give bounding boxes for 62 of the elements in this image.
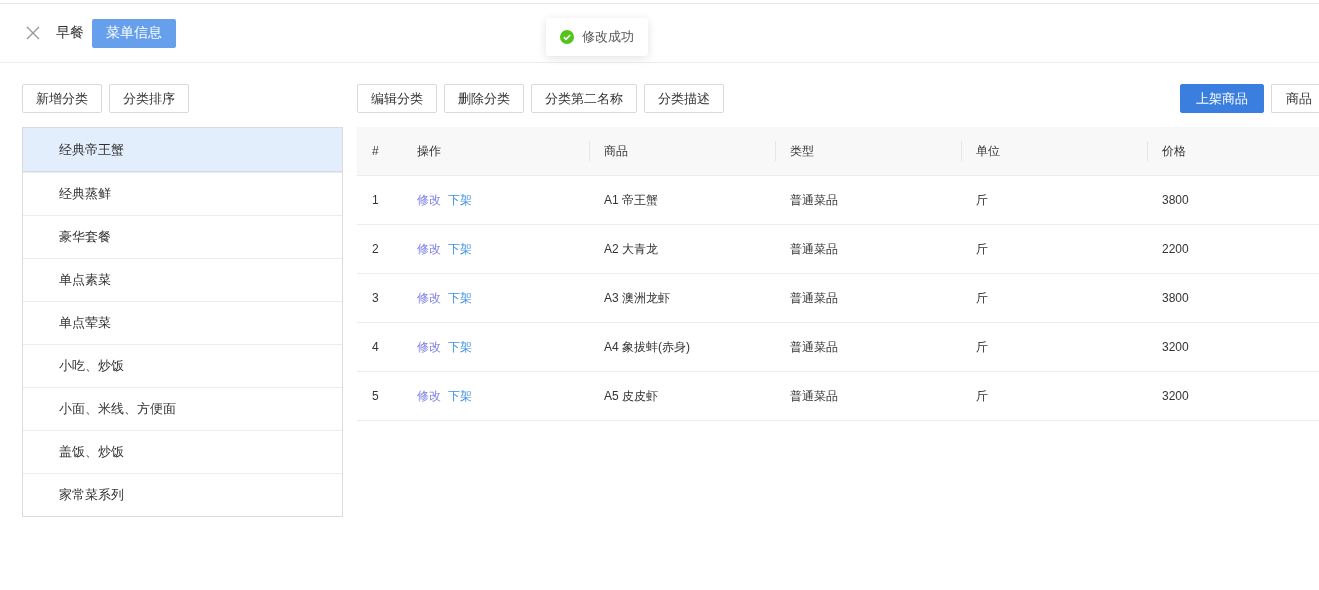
table-cell: 斤 <box>976 240 988 258</box>
action-link[interactable]: 下架 <box>448 191 472 209</box>
action-link[interactable]: 下架 <box>448 338 472 356</box>
category-item[interactable]: 小吃、炒饭 <box>23 344 342 387</box>
action-link[interactable]: 修改 <box>417 338 441 356</box>
toolbar-button[interactable]: 删除分类 <box>444 84 524 113</box>
toolbar-button[interactable]: 分类第二名称 <box>531 84 637 113</box>
table-cell: 普通菜品 <box>790 289 838 307</box>
action-link[interactable]: 下架 <box>448 289 472 307</box>
toolbar-button[interactable]: 上架商品 <box>1180 84 1264 113</box>
column-header: 操作 <box>417 142 441 160</box>
column-header: 单位 <box>976 142 1000 160</box>
table-cell: 斤 <box>976 387 988 405</box>
category-item[interactable]: 经典蒸鲜 <box>23 172 342 215</box>
category-item[interactable]: 盖饭、炒饭 <box>23 430 342 473</box>
column-header: # <box>372 144 379 158</box>
table-cell: A2 大青龙 <box>604 240 658 258</box>
page-title: 早餐 <box>56 24 84 42</box>
column-header: 价格 <box>1162 142 1186 160</box>
toolbar-button[interactable]: 编辑分类 <box>357 84 437 113</box>
toolbar-button[interactable]: 分类描述 <box>644 84 724 113</box>
table-cell: 普通菜品 <box>790 387 838 405</box>
table-cell: 斤 <box>976 289 988 307</box>
table-cell: 普通菜品 <box>790 240 838 258</box>
close-icon[interactable] <box>26 26 40 40</box>
table-cell: 斤 <box>976 191 988 209</box>
action-link[interactable]: 修改 <box>417 387 441 405</box>
row-number: 2 <box>372 242 379 256</box>
column-header: 类型 <box>790 142 814 160</box>
table-cell: A5 皮皮虾 <box>604 387 658 405</box>
toolbar-button[interactable]: 商品 <box>1271 84 1319 113</box>
table-cell: 3200 <box>1162 389 1189 403</box>
action-link[interactable]: 下架 <box>448 387 472 405</box>
table-cell: A3 澳洲龙虾 <box>604 289 670 307</box>
action-link[interactable]: 修改 <box>417 289 441 307</box>
category-item[interactable]: 小面、米线、方便面 <box>23 387 342 430</box>
category-item[interactable]: 单点素菜 <box>23 258 342 301</box>
action-link[interactable]: 下架 <box>448 240 472 258</box>
table-cell: 3800 <box>1162 291 1189 305</box>
action-link[interactable]: 修改 <box>417 240 441 258</box>
row-number: 5 <box>372 389 379 403</box>
category-item[interactable]: 单点荤菜 <box>23 301 342 344</box>
table-cell: A4 象拔蚌(赤身) <box>604 338 690 356</box>
action-link[interactable]: 修改 <box>417 191 441 209</box>
toolbar-button[interactable]: 新增分类 <box>22 84 102 113</box>
category-item[interactable]: 家常菜系列 <box>23 473 342 516</box>
check-circle-icon <box>560 30 574 44</box>
table-cell: 3200 <box>1162 340 1189 354</box>
table-cell: 2200 <box>1162 242 1189 256</box>
table-cell: 斤 <box>976 338 988 356</box>
table-cell: 普通菜品 <box>790 191 838 209</box>
category-item[interactable]: 经典帝王蟹 <box>23 128 342 172</box>
toolbar-button[interactable]: 分类排序 <box>109 84 189 113</box>
table-cell: 3800 <box>1162 193 1189 207</box>
row-number: 3 <box>372 291 379 305</box>
column-header: 商品 <box>604 142 628 160</box>
toast-message: 修改成功 <box>582 28 634 46</box>
table-cell: A1 帝王蟹 <box>604 191 658 209</box>
table-cell: 普通菜品 <box>790 338 838 356</box>
category-item[interactable]: 豪华套餐 <box>23 215 342 258</box>
row-number: 4 <box>372 340 379 354</box>
row-number: 1 <box>372 193 379 207</box>
